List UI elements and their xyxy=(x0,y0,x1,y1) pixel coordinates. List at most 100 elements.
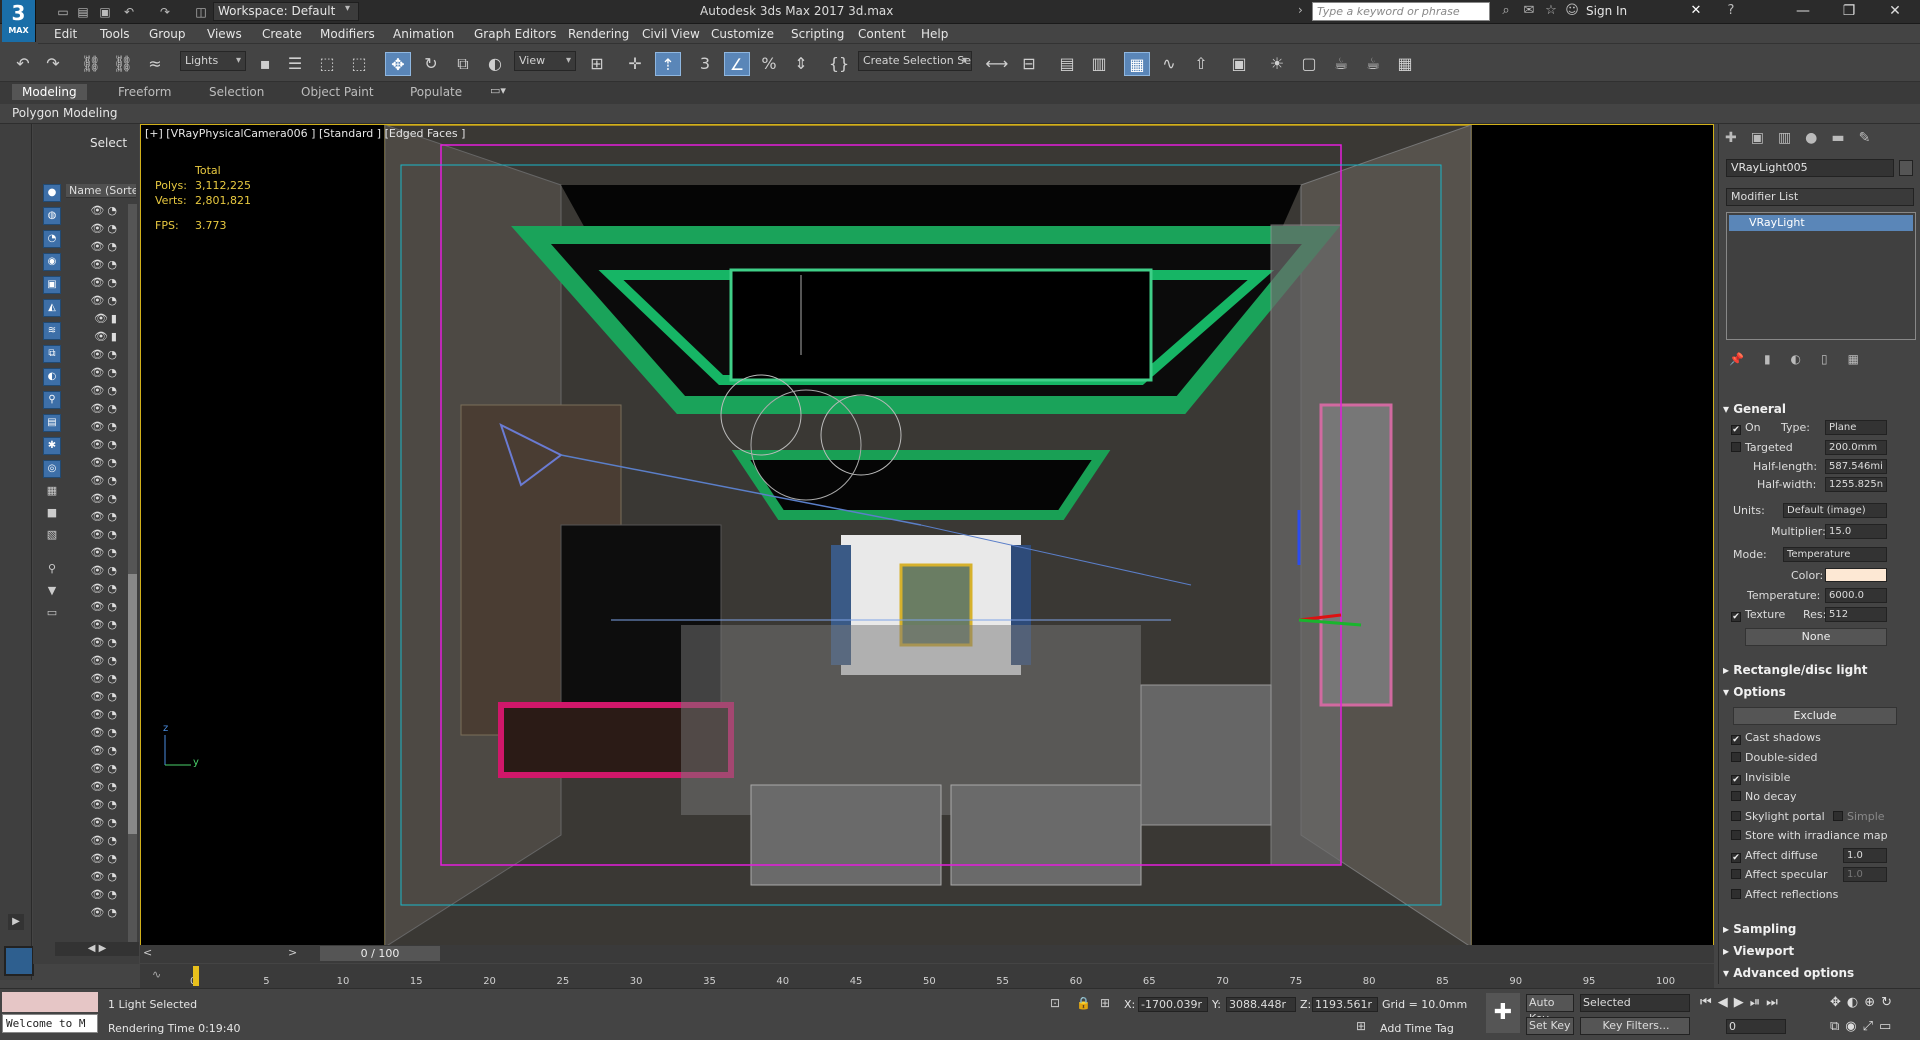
object-name-field[interactable]: VRayLight005 xyxy=(1726,159,1894,177)
scene-scrollbar[interactable] xyxy=(128,204,137,944)
list-item[interactable]: 👁◔ xyxy=(66,654,126,672)
display-bones-icon[interactable]: ⚲ xyxy=(43,391,61,409)
angle-snap-icon[interactable]: ∠ xyxy=(724,52,750,76)
time-tag-icon[interactable]: ⊞ xyxy=(1356,1019,1366,1033)
list-item[interactable]: 👁◔ xyxy=(66,690,126,708)
z-coord-field[interactable]: 1193.561r xyxy=(1312,997,1378,1012)
display-none-icon[interactable]: ● xyxy=(43,184,61,202)
menu-civil-view[interactable]: Civil View xyxy=(642,27,700,41)
schematic-view-icon[interactable]: ⇧ xyxy=(1188,52,1214,76)
list-item[interactable]: 👁◔ xyxy=(66,834,126,852)
display-geometry-icon[interactable]: ◍ xyxy=(43,207,61,225)
isolate-icon[interactable]: ⊡ xyxy=(1050,996,1060,1010)
menu-rendering[interactable]: Rendering xyxy=(568,27,629,41)
list-item[interactable]: 👁▮ xyxy=(66,330,126,348)
list-item[interactable]: 👁◔ xyxy=(66,636,126,654)
menu-edit[interactable]: Edit xyxy=(54,27,77,41)
section-general[interactable]: ▾ General xyxy=(1723,402,1915,416)
lock-selection-icon[interactable]: 🔒 xyxy=(1076,996,1091,1010)
object-color-swatch[interactable] xyxy=(1899,160,1913,176)
sign-in-button[interactable]: Sign In xyxy=(1586,4,1627,18)
render-iterative-icon[interactable]: ☕ xyxy=(1360,52,1386,76)
named-selection-dropdown[interactable]: Create Selection Se xyxy=(858,51,972,71)
set-key-plus-icon[interactable]: ✚ xyxy=(1486,993,1520,1033)
list-item[interactable]: 👁◔ xyxy=(66,744,126,762)
workspace-dropdown[interactable]: Workspace: Default xyxy=(213,2,359,21)
list-item[interactable]: 👁◔ xyxy=(66,402,126,420)
multiplier-spinner[interactable]: 15.0 xyxy=(1825,524,1887,539)
manipulate-icon[interactable]: ✛ xyxy=(622,52,648,76)
list-item[interactable]: 👁◔ xyxy=(66,888,126,906)
align-icon[interactable]: ⊟ xyxy=(1016,52,1042,76)
auto-key-button[interactable]: Auto Key xyxy=(1526,994,1574,1025)
menu-tools[interactable]: Tools xyxy=(100,27,130,41)
list-item[interactable]: 👁▮ xyxy=(66,312,126,330)
time-slider[interactable]: < 0 / 100 > xyxy=(140,945,1714,963)
tab-object-paint[interactable]: Object Paint xyxy=(301,85,374,99)
percent-snap-icon[interactable]: % xyxy=(756,52,782,76)
display-none2-icon[interactable]: ■ xyxy=(43,506,61,524)
display-frozen-icon[interactable]: ✱ xyxy=(43,437,61,455)
ribbon-options-icon[interactable]: ▭▾ xyxy=(490,84,506,97)
curve-editor-icon[interactable]: ∿ xyxy=(1156,52,1182,76)
section-sampling[interactable]: ▸ Sampling xyxy=(1723,922,1915,936)
exchange-icon[interactable]: ✕ xyxy=(1687,3,1705,18)
edit-named-sets-icon[interactable]: {} xyxy=(826,52,852,76)
layer-explorer-icon[interactable]: ▭ xyxy=(43,606,61,624)
redo-icon[interactable]: ↷ xyxy=(156,3,174,21)
navigation-controls-2[interactable]: ⧉◉⤢▭ xyxy=(1830,1019,1897,1034)
skylight-portal-checkbox[interactable]: Skylight portal xyxy=(1731,810,1825,823)
list-item[interactable]: 👁◔ xyxy=(66,798,126,816)
pivot-center-icon[interactable]: ⊞ xyxy=(584,52,610,76)
type-dropdown[interactable]: Plane xyxy=(1825,420,1887,435)
display-xrefs-icon[interactable]: ◐ xyxy=(43,368,61,386)
menu-help[interactable]: Help xyxy=(921,27,948,41)
res-spinner[interactable]: 512 xyxy=(1825,607,1887,622)
cast-shadows-checkbox[interactable]: ✔ Cast shadows xyxy=(1731,731,1821,745)
material-editor-icon[interactable]: ▣ xyxy=(1226,52,1252,76)
temperature-spinner[interactable]: 6000.0 xyxy=(1825,588,1887,603)
list-item[interactable]: 👁◔ xyxy=(66,762,126,780)
on-checkbox[interactable]: ✔ On xyxy=(1731,421,1761,435)
texture-checkbox[interactable]: ✔ Texture xyxy=(1731,608,1785,622)
project-icon[interactable]: ◫ xyxy=(192,3,210,21)
save-icon[interactable]: ▣ xyxy=(96,3,114,21)
list-item[interactable]: 👁◔ xyxy=(66,528,126,546)
scene-explorer-icon[interactable]: ▥ xyxy=(1086,52,1112,76)
invert-display-icon[interactable]: ▧ xyxy=(43,528,61,546)
list-item[interactable]: 👁◔ xyxy=(66,546,126,564)
tab-freeform[interactable]: Freeform xyxy=(118,85,171,99)
current-time-marker[interactable] xyxy=(193,966,199,986)
list-item[interactable]: 👁◔ xyxy=(66,816,126,834)
script-mini-listener[interactable]: Welcome to M xyxy=(2,1014,98,1033)
info-center-icon[interactable]: ✉ xyxy=(1520,3,1538,18)
tab-selection[interactable]: Selection xyxy=(209,85,264,99)
select-object-icon[interactable]: ▪ xyxy=(252,52,278,76)
restore-button[interactable]: ❐ xyxy=(1826,0,1872,24)
star-icon[interactable]: ☆ xyxy=(1542,3,1560,18)
display-shapes-icon[interactable]: ◔ xyxy=(43,230,61,248)
affect-specular-spinner[interactable]: 1.0 xyxy=(1843,867,1887,882)
affect-diffuse-checkbox[interactable]: ✔ Affect diffuse xyxy=(1731,849,1818,863)
list-item[interactable]: 👁◔ xyxy=(66,384,126,402)
mode-dropdown[interactable]: Temperature xyxy=(1783,547,1887,562)
affect-diffuse-spinner[interactable]: 1.0 xyxy=(1843,848,1887,863)
list-item[interactable]: 👁◔ xyxy=(66,222,126,240)
layer-manager-icon[interactable]: ▤ xyxy=(1054,52,1080,76)
list-item[interactable]: 👁◔ xyxy=(66,492,126,510)
binoculars-icon[interactable]: ⌕ xyxy=(1497,3,1515,18)
tab-modeling[interactable]: Modeling xyxy=(12,84,87,100)
section-viewport[interactable]: ▸ Viewport xyxy=(1723,944,1915,958)
menu-scripting[interactable]: Scripting xyxy=(791,27,844,41)
window-crossing-icon[interactable]: ⬚ xyxy=(346,52,372,76)
list-item[interactable]: 👁◔ xyxy=(66,258,126,276)
redo-icon[interactable]: ↷ xyxy=(40,52,66,76)
stack-tools-icons[interactable]: 📌▮◐▯▦ xyxy=(1729,352,1879,366)
keyboard-shortcut-icon[interactable]: ⇡ xyxy=(655,52,681,76)
store-irradiance-checkbox[interactable]: Store with irradiance map xyxy=(1731,829,1888,842)
menu-create[interactable]: Create xyxy=(262,27,302,41)
viewport-label-menu[interactable]: [+] [VRayPhysicalCamera006 ] [Standard ]… xyxy=(145,127,465,140)
display-helpers-icon[interactable]: ◭ xyxy=(43,299,61,317)
targeted-distance-field[interactable]: 200.0mm xyxy=(1825,440,1887,455)
navigation-controls[interactable]: ✥◐⊕↻ xyxy=(1830,995,1898,1010)
